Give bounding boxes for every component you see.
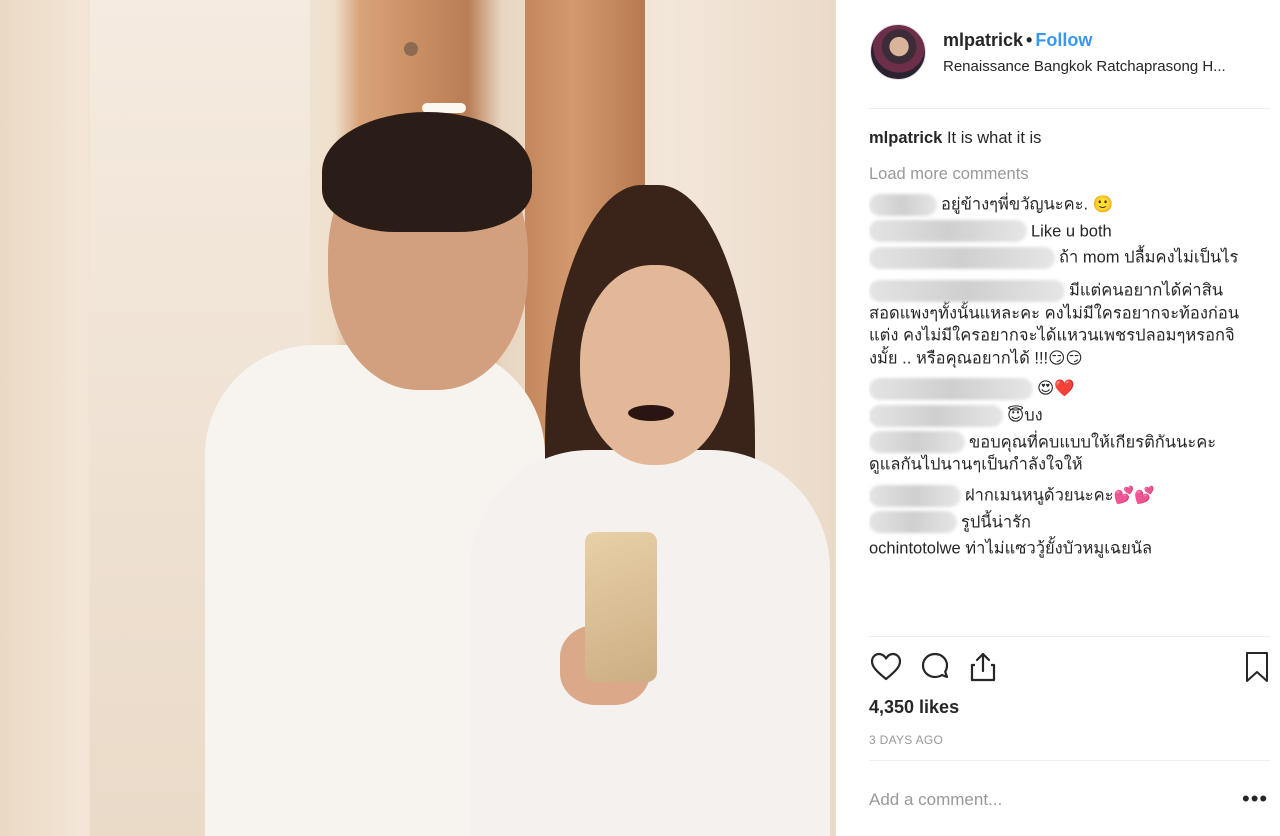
heart-icon[interactable] [869,650,903,684]
photo-sprinkler [404,42,418,56]
comments-list[interactable]: mlpatrick It is what it is Load more com… [869,118,1249,635]
comment-item: Like u both [869,220,1249,243]
comment-icon[interactable] [918,650,952,684]
photo-man-hair [322,112,532,232]
add-comment-divider [869,760,1270,761]
add-comment-input[interactable] [869,780,1229,820]
comment-item: ฝากเมนหนูด้วยนะคะ💕💕 [869,484,1249,507]
separator-dot: • [1026,30,1033,50]
more-options-icon[interactable]: ••• [1242,786,1268,812]
caption-username[interactable]: mlpatrick [869,129,942,147]
comment-item: 😍❤️ [869,377,1249,401]
comment-text: ถ้า mom ปลื้มคงไม่เป็นไร [1059,248,1239,267]
post-caption: mlpatrick It is what it is [869,127,1249,149]
blurred-username [869,193,937,216]
blurred-username [869,279,1065,302]
comment-text: ฝากเมนหนูด้วยนะคะ💕💕 [965,486,1155,505]
comments-fade [869,623,1249,635]
photo-woman-face [580,265,730,465]
post-side-panel: mlpatrick • Follow Renaissance Bangkok Rat… [836,0,1280,836]
post-user-line: mlpatrick • Follow [943,30,1092,51]
comment-text: 😇บง [1007,406,1043,425]
blurred-username [869,378,1033,401]
likes-count[interactable]: 4,350 likes [869,697,959,718]
photo-phone [585,532,657,682]
blurred-username [869,220,1027,243]
comment-item: มีแต่คนอยากได้ค่าสินสอดแพงๆทั้งนั้นแหละค… [869,279,1249,370]
location-link[interactable]: Renaissance Bangkok Ratchaprasong H... [943,58,1273,75]
blurred-username [869,511,957,534]
blurred-username [869,484,961,507]
actions-divider [869,636,1270,637]
comment-item: ขอบคุณที่คบแบบให้เกียรติกันนะคะ ดูแลกันไ… [869,431,1249,476]
comment-text: Like u both [1031,222,1112,241]
caption-text: It is what it is [946,129,1042,147]
comment-item: รูปนี้น่ารัก [869,511,1249,534]
avatar[interactable] [870,24,926,80]
photo-woman-lips [628,405,674,421]
blurred-username [869,404,1003,427]
load-more-comments-button[interactable]: Load more comments [869,163,1249,185]
comment-item: อยู่ข้างๆพี่ขวัญนะคะ. 🙂 [869,193,1249,216]
comment-text: 😍❤️ [1037,380,1075,399]
comment-item: ochintotolwe ท่าไม่แซววู้ยั้งบัวหมูเฉยนั… [869,537,1249,560]
share-icon[interactable] [966,650,1000,684]
blurred-username [869,246,1055,269]
blurred-username [869,431,965,454]
username-link[interactable]: mlpatrick [943,30,1023,50]
post-header: mlpatrick • Follow Renaissance Bangkok Rat… [836,0,1280,109]
follow-button[interactable]: Follow [1035,30,1092,50]
comment-item: ถ้า mom ปลื้มคงไม่เป็นไร [869,246,1249,269]
post-photo[interactable] [0,0,836,836]
comment-text: อยู่ข้างๆพี่ขวัญนะคะ. 🙂 [941,195,1114,214]
header-divider [869,108,1270,109]
comment-item: 😇บง [869,404,1249,427]
comment-text: รูปนี้น่ารัก [961,513,1032,532]
post-timestamp[interactable]: 3 DAYS AGO [869,733,943,747]
bookmark-icon[interactable] [1240,650,1274,684]
comment-text: ochintotolwe ท่าไม่แซววู้ยั้งบัวหมูเฉยนั… [869,539,1153,558]
